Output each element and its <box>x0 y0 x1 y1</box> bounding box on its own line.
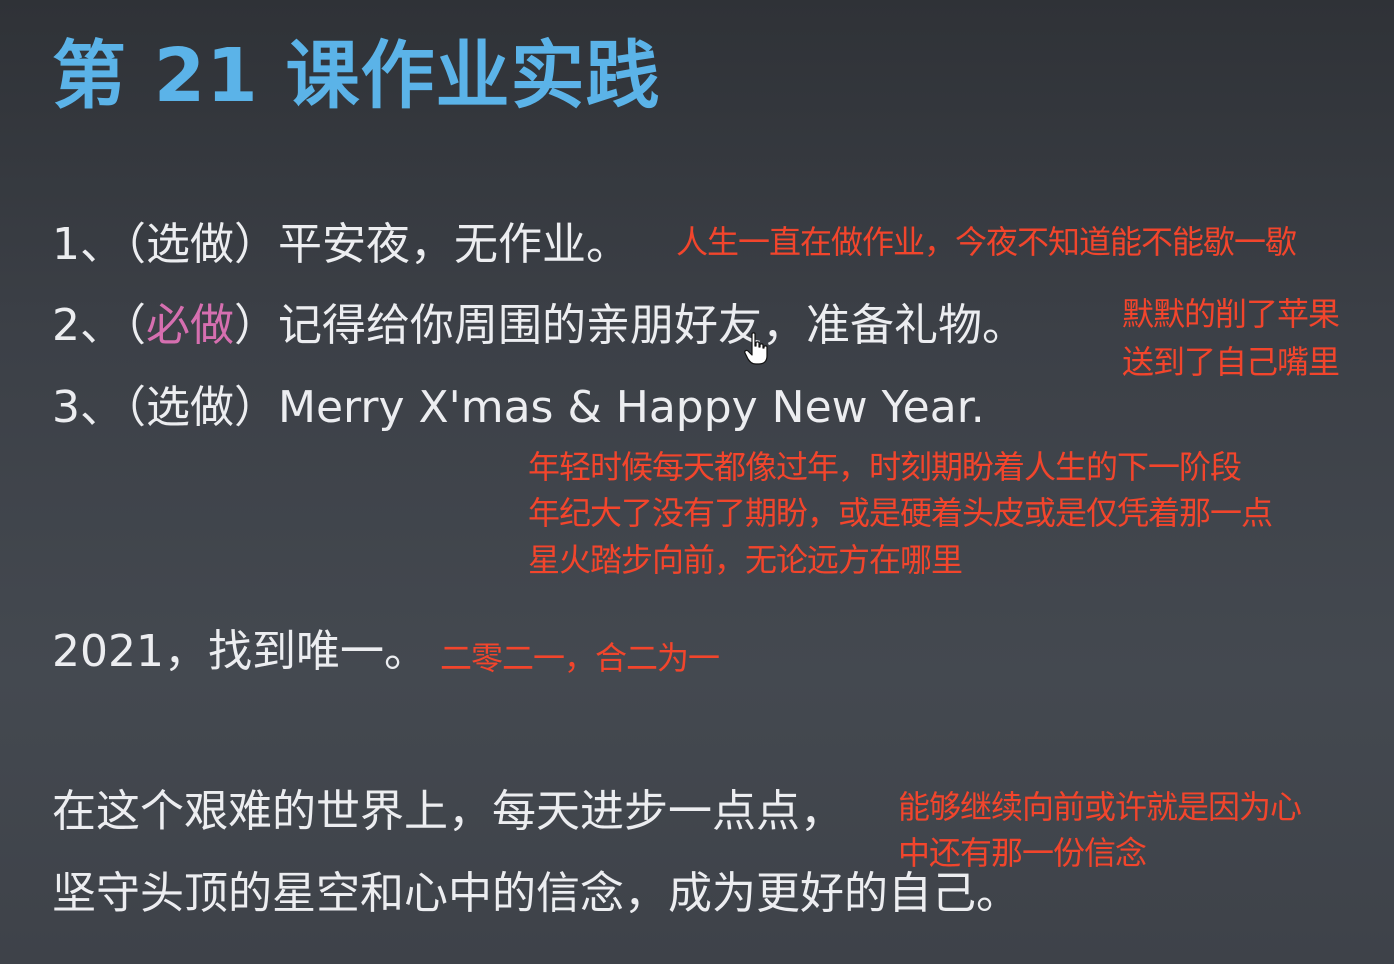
item-tag-open: （ <box>124 382 146 433</box>
item-text: Merry X'mas & Happy New Year. <box>278 382 985 433</box>
item-text: 平安夜，无作业。 <box>278 219 630 270</box>
item-tag-open: （ <box>124 219 146 270</box>
item-tag: 选做 <box>146 382 234 433</box>
homework-item-1: 1、（选做）平安夜，无作业。 <box>52 219 630 270</box>
annotation-line: 中还有那一份信念 <box>898 834 1147 873</box>
homework-item-2: 2、（必做）记得给你周围的亲朋好友，准备礼物。 <box>52 300 1026 351</box>
item-number: 1、 <box>52 219 124 270</box>
annotation-line: 星火踏步向前，无论远方在哪里 <box>528 540 963 579</box>
annotation-line: 能够继续向前或许就是因为心 <box>898 788 1302 826</box>
annotation-note-5: 能够继续向前或许就是因为心 中还有那一份信念 <box>898 784 1302 877</box>
item-tag-open: （ <box>124 300 146 351</box>
annotation-note-1: 人生一直在做作业，今夜不知道能不能歇一歇 <box>676 223 1297 261</box>
closing-line-1: 在这个艰难的世界上，每天进步一点点， <box>52 786 844 837</box>
item-number: 3、 <box>52 382 124 433</box>
closing-line-2: 坚守头顶的星空和心中的信念，成为更好的自己。 <box>52 868 1020 919</box>
item-number: 2、 <box>52 300 124 351</box>
annotation-line: 年纪大了没有了期盼，或是硬着头皮或是仅凭着那一点 <box>528 494 1273 533</box>
annotation-note-2: 默默的削了苹果 送到了自己嘴里 <box>1122 290 1340 386</box>
hand-pointer-icon <box>744 332 768 365</box>
item-tag: 选做 <box>146 219 234 270</box>
item-tag-close: ） <box>234 382 278 433</box>
page-title: 第 21 课作业实践 <box>52 33 661 119</box>
item-tag-close: ） <box>234 219 278 270</box>
annotation-note-3: 年轻时候每天都像过年，时刻期盼着人生的下一阶段 年纪大了没有了期盼，或是硬着头皮… <box>528 444 1273 583</box>
year-motto: 2021，找到唯一。 <box>52 626 428 677</box>
slide: 第 21 课作业实践 1、（选做）平安夜，无作业。 2、（必做）记得给你周围的亲… <box>0 0 1394 964</box>
homework-item-3: 3、（选做）Merry X'mas & Happy New Year. <box>52 382 985 433</box>
item-tag-close: ） <box>234 300 278 351</box>
annotation-line: 送到了自己嘴里 <box>1122 343 1340 381</box>
item-text: 记得给你周围的亲朋好友，准备礼物。 <box>278 300 1026 351</box>
annotation-line: 年轻时候每天都像过年，时刻期盼着人生的下一阶段 <box>528 448 1242 486</box>
annotation-note-4: 二零二一，合二为一 <box>440 639 720 677</box>
annotation-line: 默默的削了苹果 <box>1122 295 1340 333</box>
item-tag-required: 必做 <box>146 300 234 351</box>
